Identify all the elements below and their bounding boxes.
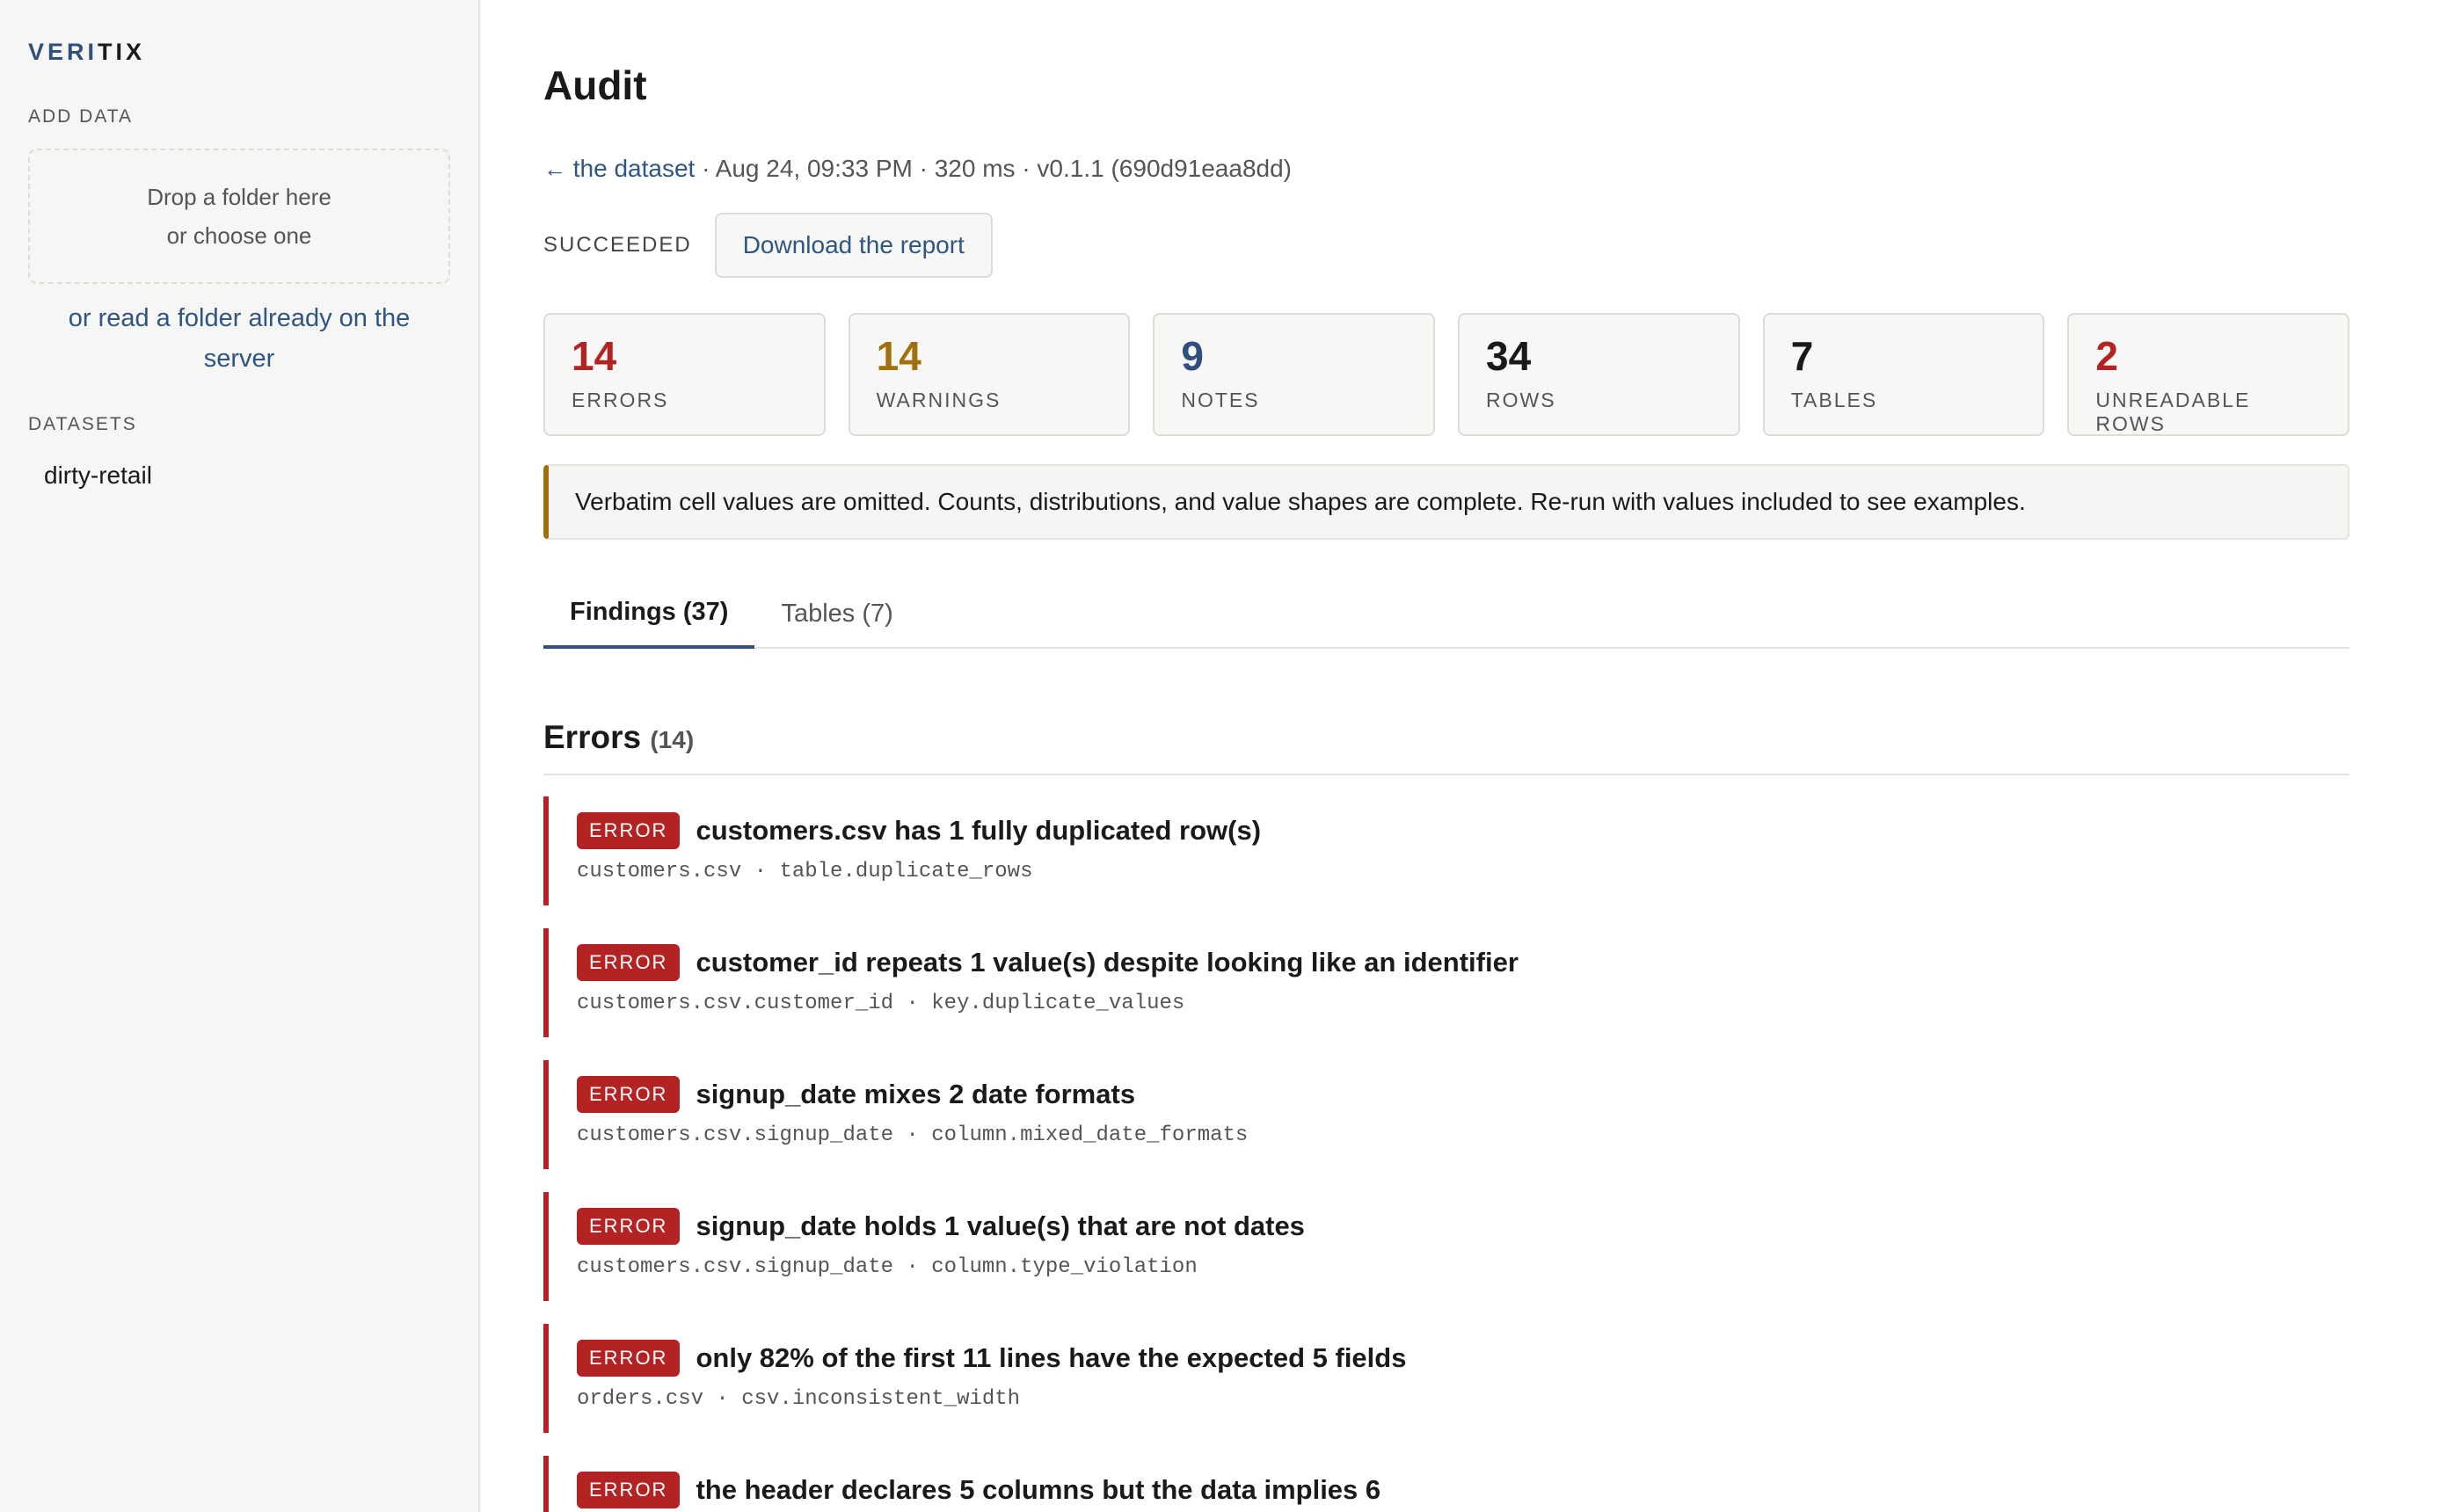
- app-logo[interactable]: VERITIX: [28, 39, 450, 66]
- error-badge: ERROR: [577, 1340, 681, 1377]
- sidebar-item-dirty-retail[interactable]: dirty-retail: [28, 462, 450, 490]
- tab-findings[interactable]: Findings (37): [543, 578, 755, 649]
- finding-title: signup_date holds 1 value(s) that are no…: [696, 1210, 1305, 1241]
- stat-value: 14: [572, 333, 617, 379]
- dropzone-line1: Drop a folder here: [147, 184, 331, 210]
- stat-unreadable-rows: 2 UNREADABLE ROWS: [2067, 313, 2350, 436]
- finding-item[interactable]: ERROR signup_date holds 1 value(s) that a…: [543, 1192, 2349, 1301]
- stat-value: 9: [1181, 333, 1204, 379]
- logo-part-a: VERI: [28, 39, 98, 65]
- folder-dropzone[interactable]: Drop a folder here or choose one: [28, 149, 450, 284]
- finding-title: customers.csv has 1 fully duplicated row…: [696, 815, 1262, 846]
- finding-location: customers.csv.customer_id · key.duplicat…: [577, 992, 1185, 1015]
- add-data-label: ADD DATA: [28, 106, 134, 127]
- error-badge: ERROR: [577, 944, 681, 981]
- sidebar: VERITIX ADD DATA Drop a folder here or c…: [0, 0, 480, 1512]
- errors-section-heading: Errors (14): [543, 719, 2349, 775]
- audit-meta: ← the dataset · Aug 24, 09:33 PM · 320 m…: [543, 155, 2462, 183]
- stat-value: 14: [876, 333, 921, 379]
- logo-part-b: TIX: [98, 39, 146, 65]
- stat-warnings: 14 WARNINGS: [848, 313, 1131, 436]
- stat-label: ROWS: [1486, 389, 1556, 411]
- error-badge: ERROR: [577, 1076, 681, 1113]
- status-badge: SUCCEEDED: [543, 233, 692, 257]
- app-window: VERITIX ADD DATA Drop a folder here or c…: [0, 0, 2462, 1512]
- stat-label: UNREADABLE ROWS: [2095, 389, 2251, 435]
- back-arrow-icon[interactable]: ←: [543, 156, 566, 182]
- error-badge: ERROR: [577, 1208, 681, 1245]
- error-badge: ERROR: [577, 1472, 681, 1508]
- main-content: Audit ← the dataset · Aug 24, 09:33 PM ·…: [480, 0, 2462, 1512]
- stat-label: ERRORS: [572, 389, 669, 411]
- stat-tables: 7 TABLES: [1762, 313, 2045, 436]
- finding-title: the header declares 5 columns but the da…: [696, 1474, 1381, 1505]
- stat-notes: 9 NOTES: [1153, 313, 1436, 436]
- download-report-button[interactable]: Download the report: [714, 213, 993, 278]
- stat-label: NOTES: [1181, 389, 1260, 411]
- section-title: Errors: [543, 719, 642, 755]
- tab-tables[interactable]: Tables (7): [754, 578, 919, 649]
- finding-title: only 82% of the first 11 lines have the …: [696, 1342, 1407, 1373]
- error-badge: ERROR: [577, 812, 681, 849]
- finding-location: customers.csv.signup_date · column.type_…: [577, 1255, 1198, 1279]
- stat-value: 34: [1486, 333, 1532, 379]
- finding-item[interactable]: ERROR only 82% of the first 11 lines have…: [543, 1324, 2349, 1433]
- findings-list: ERROR customers.csv has 1 fully duplicate…: [543, 796, 2349, 1512]
- audit-meta-details: · Aug 24, 09:33 PM · 320 ms · v0.1.1 (69…: [695, 155, 1292, 182]
- stat-rows: 34 ROWS: [1458, 313, 1740, 436]
- finding-location: customers.csv.signup_date · column.mixed…: [577, 1123, 1249, 1147]
- page-title: Audit: [543, 62, 647, 108]
- stat-value: 2: [2095, 333, 2118, 379]
- stats-row: 14 ERRORS 14 WARNINGS 9 NOTES 34 ROWS 7 …: [543, 313, 2350, 436]
- status-row: SUCCEEDED Download the report: [543, 213, 2462, 278]
- datasets-label: DATASETS: [28, 414, 137, 434]
- stat-value: 7: [1790, 333, 1814, 379]
- stat-errors: 14 ERRORS: [543, 313, 826, 436]
- finding-location: orders.csv · csv.inconsistent_width: [577, 1387, 1021, 1411]
- finding-title: customer_id repeats 1 value(s) despite l…: [696, 947, 1519, 978]
- tab-bar: Findings (37) Tables (7): [543, 578, 2349, 649]
- stat-label: WARNINGS: [876, 389, 1002, 411]
- stat-label: TABLES: [1790, 389, 1878, 411]
- finding-item[interactable]: ERROR signup_date mixes 2 date formats cu…: [543, 1060, 2349, 1169]
- read-server-folder-link[interactable]: or read a folder already on the server: [28, 298, 450, 379]
- finding-location: customers.csv · table.duplicate_rows: [577, 860, 1033, 883]
- back-to-dataset-link[interactable]: the dataset: [573, 155, 696, 182]
- finding-item[interactable]: ERROR customers.csv has 1 fully duplicate…: [543, 796, 2349, 905]
- section-count: (14): [650, 726, 695, 753]
- dropzone-line2: or choose one: [166, 222, 312, 249]
- finding-item[interactable]: ERROR the header declares 5 columns but t…: [543, 1456, 2349, 1512]
- finding-item[interactable]: ERROR customer_id repeats 1 value(s) desp…: [543, 928, 2349, 1037]
- values-omitted-notice: Verbatim cell values are omitted. Counts…: [543, 464, 2349, 540]
- finding-title: signup_date mixes 2 date formats: [696, 1079, 1136, 1109]
